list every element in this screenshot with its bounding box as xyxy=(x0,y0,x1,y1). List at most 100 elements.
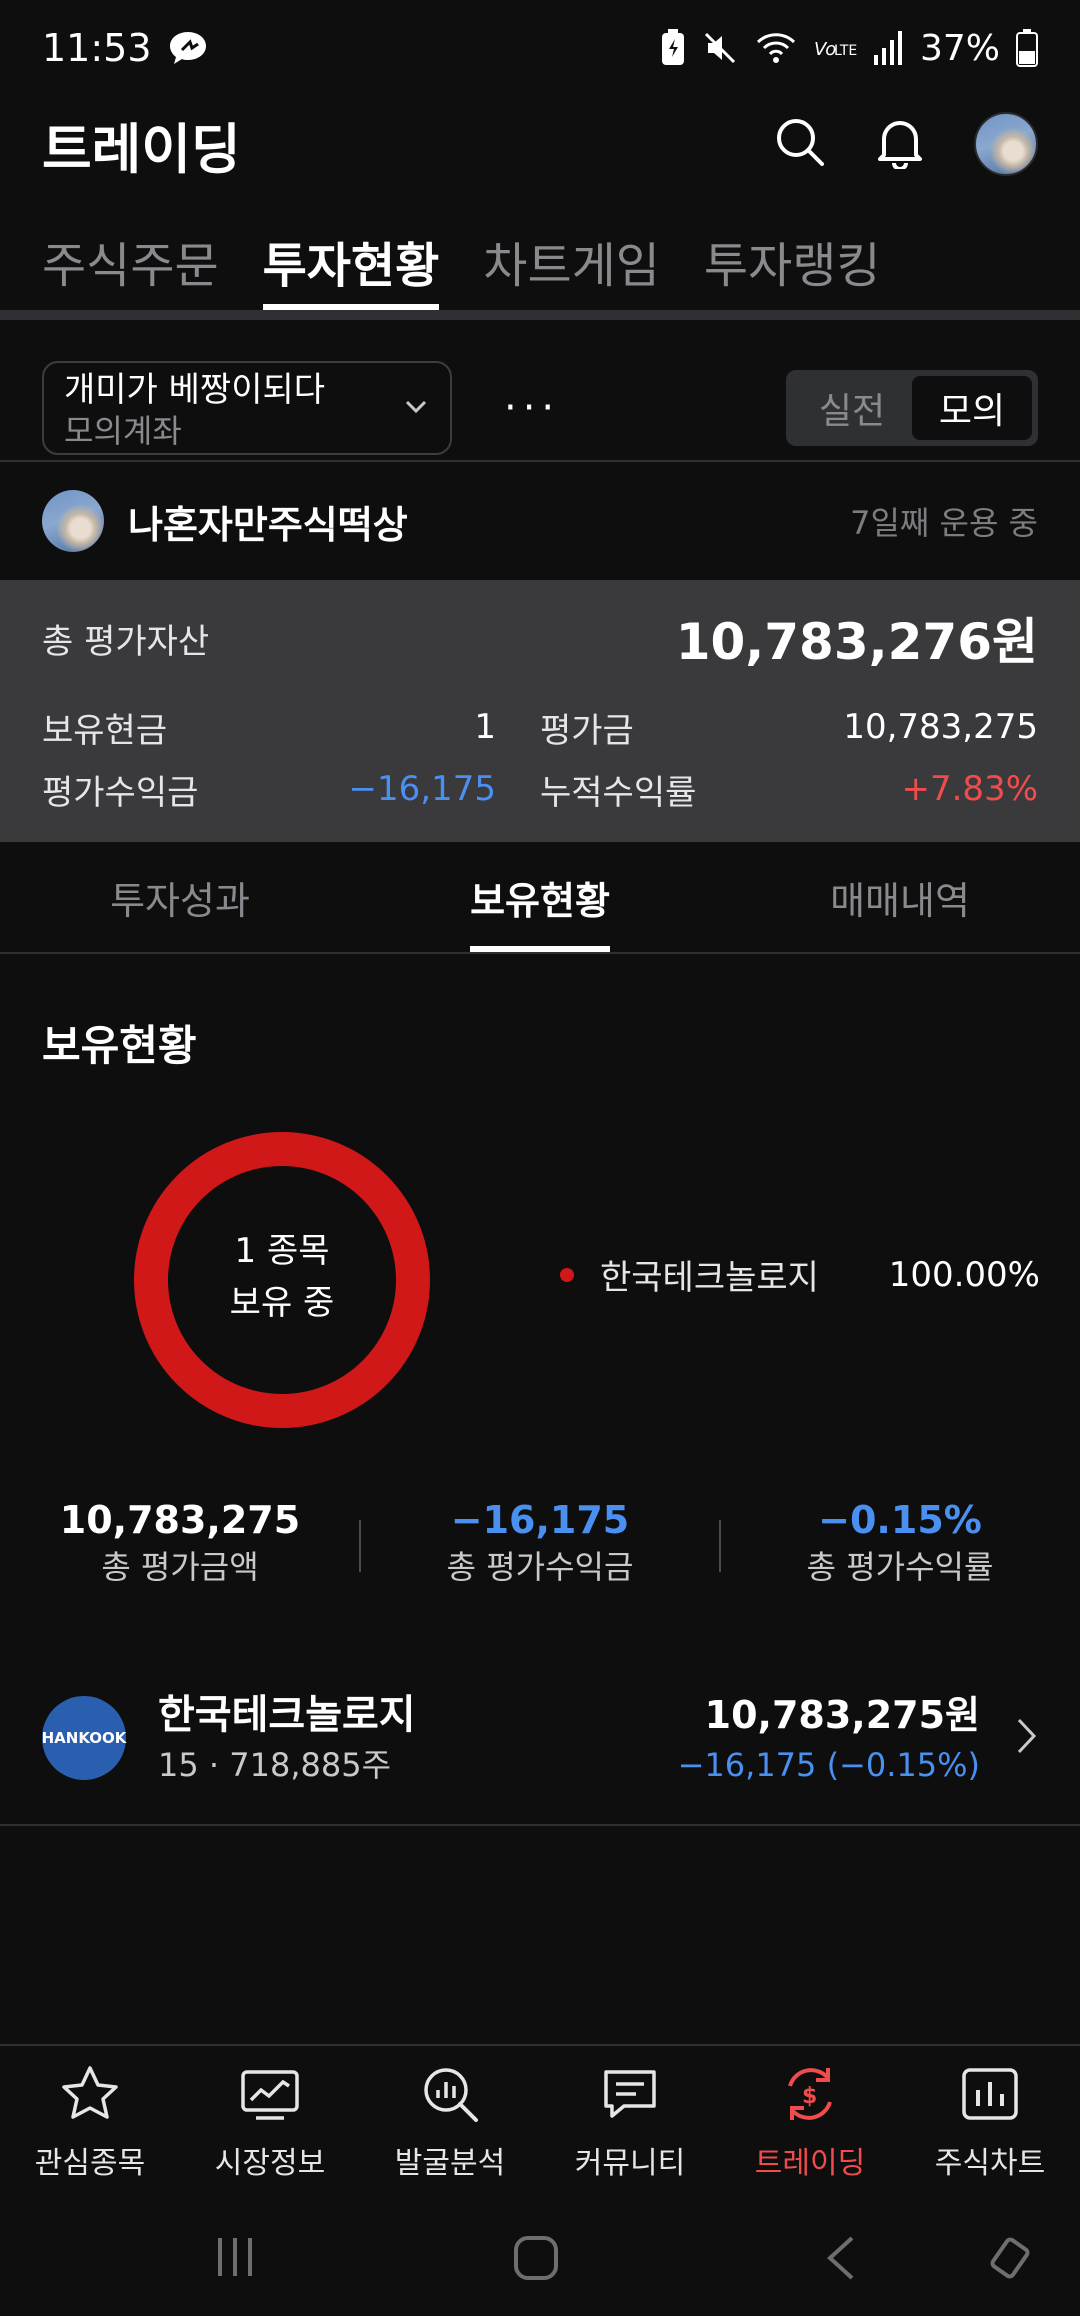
svg-text:$: $ xyxy=(802,2084,817,2109)
donut-legend-item: 한국테크놀로지 100.00% xyxy=(560,1250,1040,1299)
nav-label: 트레이딩 xyxy=(754,2146,866,2181)
home-icon[interactable] xyxy=(512,2234,560,2286)
rotate-icon[interactable] xyxy=(984,2232,1036,2288)
recent-apps-icon[interactable] xyxy=(212,2234,258,2284)
legend-dot xyxy=(560,1267,574,1282)
section-title: 보유현황 xyxy=(42,1021,197,1070)
eval-value: 10,783,275 xyxy=(843,707,1038,747)
totals-separator xyxy=(359,1520,361,1572)
nav-label: 발굴분석 xyxy=(394,2146,506,2181)
eval-row: 평가금 10,783,275 xyxy=(540,696,1038,758)
totals-row: 10,783,275 총 평가금액 −16,175 총 평가수익금 −0.15%… xyxy=(0,1495,1080,1595)
total-return-rate-label: 총 평가수익률 xyxy=(806,1548,994,1586)
cum-return-label: 누적수익률 xyxy=(540,772,697,813)
system-nav-bar xyxy=(0,2200,1080,2316)
asset-summary: 총 평가자산 10,783,276원 보유현금 1 평가금 10,783,275… xyxy=(0,580,1080,842)
total-return-rate: −0.15% 총 평가수익률 xyxy=(720,1495,1080,1595)
tab-order[interactable]: 주식주문 xyxy=(42,212,219,310)
holding-row[interactable]: HANKOOK 한국테크놀로지 15 · 718,885주 10,783,275… xyxy=(42,1650,1038,1826)
battery-icon xyxy=(1016,29,1038,67)
totals-separator xyxy=(719,1520,721,1572)
holding-value: 10,783,275원 xyxy=(704,1693,980,1737)
cash-label: 보유현금 xyxy=(42,710,168,751)
tab-investment-status[interactable]: 투자현황 xyxy=(262,212,439,310)
profile-avatar[interactable] xyxy=(974,112,1038,176)
portfolio-name: 나혼자만주식떡상 xyxy=(128,502,408,547)
mode-real-button[interactable]: 실전 xyxy=(792,376,912,440)
app-header: 트레이딩 xyxy=(0,96,1080,192)
holding-change: −16,175 (−0.15%) xyxy=(677,1746,980,1784)
holding-info: 한국테크놀로지 15 · 718,885주 xyxy=(158,1688,416,1788)
cash-value: 1 xyxy=(474,707,496,747)
top-tabs: 주식주문 투자현황 차트게임 투자랭킹 xyxy=(0,212,1080,320)
legend-percent: 100.00% xyxy=(888,1254,1040,1295)
holding-name: 한국테크놀로지 xyxy=(158,1692,416,1738)
cash-row: 보유현금 1 xyxy=(42,696,540,758)
portfolio-row: 나혼자만주식떡상 7일째 운용 중 xyxy=(42,478,1038,564)
signal-icon xyxy=(873,31,904,65)
divider xyxy=(0,460,1080,462)
company-logo: HANKOOK xyxy=(42,1696,126,1780)
sub-tabs: 투자성과 보유현황 매매내역 xyxy=(0,842,1080,954)
nav-label: 커뮤니티 xyxy=(574,2146,686,2181)
search-icon[interactable] xyxy=(774,116,826,172)
total-asset-label: 총 평가자산 xyxy=(42,621,210,662)
chevron-right-icon xyxy=(1016,1716,1038,1760)
nav-watchlist[interactable]: 관심종목 xyxy=(0,2046,180,2200)
page-title: 트레이딩 xyxy=(42,117,241,181)
pnl-row: 평가수익금 −16,175 xyxy=(42,758,540,820)
battery-saver-icon xyxy=(660,29,686,67)
holding-values: 10,783,275원 −16,175 (−0.15%) xyxy=(678,1688,980,1788)
total-eval-amount-value: 10,783,275 xyxy=(59,1498,301,1542)
bell-icon[interactable] xyxy=(874,115,926,173)
mode-mock-button[interactable]: 모의 xyxy=(912,376,1032,440)
cum-return-value: +7.83% xyxy=(901,769,1039,809)
total-return-rate-value: −0.15% xyxy=(818,1498,982,1542)
pnl-value: −16,175 xyxy=(348,769,496,809)
total-pnl-label: 총 평가수익금 xyxy=(446,1548,634,1586)
account-row: 개미가 베짱이되다 모의계좌 ··· 실전 모의 xyxy=(42,356,1038,460)
chat-icon xyxy=(598,2064,662,2128)
star-icon xyxy=(58,2064,122,2128)
divider xyxy=(0,1824,1080,1826)
status-bar: 11:53 Vo LTE 37% xyxy=(0,0,1080,96)
volte-icon: Vo LTE xyxy=(814,33,858,63)
total-asset-value: 10,783,276원 xyxy=(675,613,1038,671)
tab-ranking[interactable]: 투자랭킹 xyxy=(704,212,881,310)
nav-label: 관심종목 xyxy=(34,2146,146,2181)
battery-percent: 37% xyxy=(919,27,1000,69)
account-selector[interactable]: 개미가 베짱이되다 모의계좌 xyxy=(42,361,452,455)
nav-label: 시장정보 xyxy=(214,2146,326,2181)
tab-holdings[interactable]: 보유현황 xyxy=(360,842,720,952)
nav-label: 주식차트 xyxy=(934,2146,1046,2181)
holding-sub: 15 · 718,885주 xyxy=(158,1746,392,1784)
portfolio-avatar xyxy=(42,490,104,552)
mute-icon xyxy=(702,30,738,66)
tab-performance[interactable]: 투자성과 xyxy=(0,842,360,952)
more-options-button[interactable]: ··· xyxy=(504,385,560,431)
back-icon[interactable] xyxy=(822,2234,862,2286)
bar-chart-icon xyxy=(958,2064,1022,2128)
mode-toggle: 실전 모의 xyxy=(786,370,1038,446)
total-pnl-value: −16,175 xyxy=(450,1498,630,1542)
pnl-label: 평가수익금 xyxy=(42,772,199,813)
nav-market-info[interactable]: 시장정보 xyxy=(180,2046,360,2200)
eval-label: 평가금 xyxy=(540,710,634,751)
tab-chart-game[interactable]: 차트게임 xyxy=(483,212,660,310)
portfolio-days: 7일째 운용 중 xyxy=(850,504,1038,542)
nav-discovery[interactable]: 발굴분석 xyxy=(360,2046,540,2200)
nav-community[interactable]: 커뮤니티 xyxy=(540,2046,720,2200)
donut-count: 1 종목 xyxy=(234,1231,330,1271)
cum-return-row: 누적수익률 +7.83% xyxy=(540,758,1038,820)
tab-trade-history[interactable]: 매매내역 xyxy=(720,842,1080,952)
account-name: 개미가 베짱이되다 xyxy=(64,370,326,410)
tab-holdings-label: 보유현황 xyxy=(470,842,610,952)
svg-text:Vo: Vo xyxy=(814,39,836,60)
wifi-icon xyxy=(754,30,798,66)
nav-stock-chart[interactable]: 주식차트 xyxy=(900,2046,1080,2200)
legend-name: 한국테크놀로지 xyxy=(600,1258,819,1298)
nav-trading[interactable]: $ 트레이딩 xyxy=(720,2046,900,2200)
donut-status: 보유 중 xyxy=(229,1283,335,1323)
trading-icon: $ xyxy=(778,2064,842,2128)
total-eval-amount: 10,783,275 총 평가금액 xyxy=(0,1495,360,1595)
